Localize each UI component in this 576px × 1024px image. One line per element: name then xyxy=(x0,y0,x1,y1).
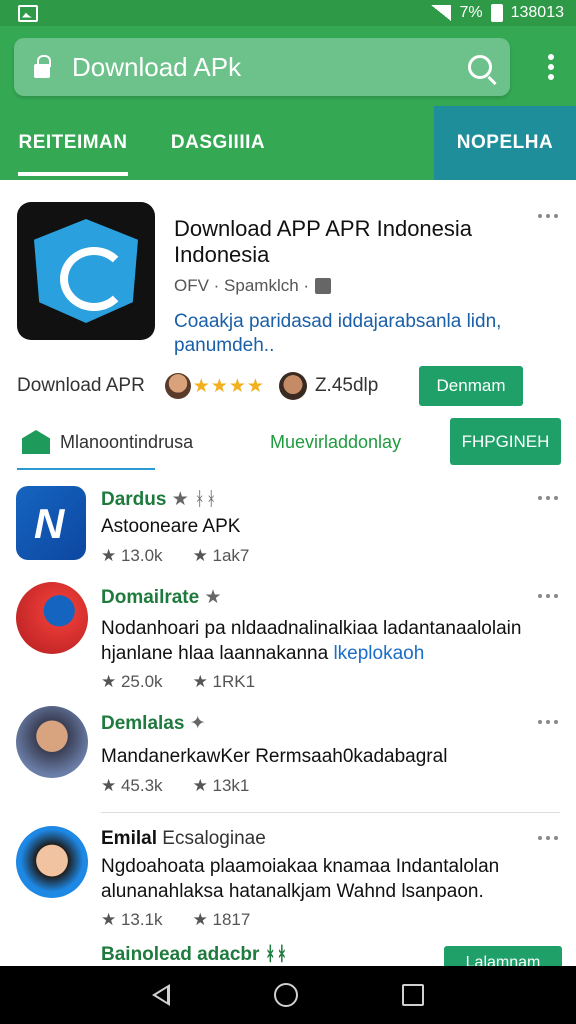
item-text: Ngdoahoata plaamoiakaa knamaa Indantalol… xyxy=(101,856,500,902)
item-stat: ★ 13.0k xyxy=(101,546,163,565)
item-title: Dardus xyxy=(101,489,167,510)
battery-icon xyxy=(490,4,503,22)
install-button[interactable]: Denmam xyxy=(419,366,523,406)
tab-first[interactable]: REITEIMAN xyxy=(0,106,146,180)
search-bar[interactable]: Download APk xyxy=(14,38,510,96)
verified-icon: ✦ xyxy=(189,713,206,734)
developer-name: OFV · Spamklch · xyxy=(174,276,310,295)
app-icon[interactable] xyxy=(16,582,88,654)
item-text-main: Nodanhoari pa nldaadnalinalkiaa ladantan… xyxy=(101,618,522,664)
item-title: Domailrate xyxy=(101,587,200,608)
sub-tab-button[interactable]: FHPGINEH xyxy=(450,418,561,465)
item-title-extra: ★ ᚼᚼ xyxy=(171,489,217,510)
sub-tab-second[interactable]: Muevirladdonlay xyxy=(270,432,401,453)
more-vert-icon[interactable] xyxy=(548,54,554,80)
lock-icon xyxy=(34,55,51,78)
item-title: Bainolead adacbr xyxy=(101,944,260,965)
search-input[interactable]: Download APk xyxy=(72,52,468,83)
item-text: MandanerkawKer Rermsaah0kadabagral xyxy=(101,746,448,767)
item-text-link[interactable]: lkeplokaoh xyxy=(333,643,424,664)
clock: 138013 xyxy=(510,4,564,21)
app-icon[interactable] xyxy=(16,486,86,560)
item-stat: ★ 13.1k xyxy=(101,910,163,929)
item-stat: ★ 1RK1 xyxy=(192,672,256,691)
developer-line: OFV · Spamklch · xyxy=(174,276,332,296)
image-icon xyxy=(18,4,38,22)
avatar xyxy=(164,373,191,399)
tab-second[interactable]: DASGIIIIA xyxy=(146,106,290,180)
avatar xyxy=(278,372,307,400)
home-icon[interactable] xyxy=(274,983,298,1007)
more-options-icon[interactable] xyxy=(538,836,558,842)
navigation-bar xyxy=(0,966,576,1024)
more-options-icon[interactable] xyxy=(538,594,558,600)
item-title: Demlalas xyxy=(101,713,185,734)
rating-count: Z.45dlp xyxy=(314,375,379,396)
item-stat: ★ 13k1 xyxy=(192,776,250,795)
more-options-icon[interactable] xyxy=(538,214,558,220)
store-icon xyxy=(22,430,50,454)
tab-bar: REITEIMAN DASGIIIIA NOPELHA xyxy=(0,106,576,180)
app-title[interactable]: Download APP APR Indonesia Indonesia xyxy=(174,216,514,268)
back-icon[interactable] xyxy=(152,984,170,1006)
more-options-icon[interactable] xyxy=(538,720,558,726)
item-stats: ★ 13.1k ★ 1817 xyxy=(101,910,250,930)
item-stat: ★ 45.3k xyxy=(101,776,163,795)
divider xyxy=(101,812,560,813)
tab-third[interactable]: NOPELHA xyxy=(434,106,576,180)
app-header: Download APk xyxy=(0,26,576,106)
app-description[interactable]: Coaakja paridasad iddajarabsanla lidn, p… xyxy=(174,310,544,358)
puzzle-icon xyxy=(315,278,332,294)
item-title-extra: ᚼᚼ xyxy=(264,944,288,965)
more-options-icon[interactable] xyxy=(538,496,558,502)
item-stat: ★ 25.0k xyxy=(101,672,163,691)
app-icon[interactable] xyxy=(17,202,155,340)
avatar[interactable] xyxy=(16,706,88,778)
item-title-extra: Ecsaloginae xyxy=(162,828,266,849)
download-label: Download APR xyxy=(17,375,145,396)
item-stat: ★ 1ak7 xyxy=(192,546,250,565)
signal-icon xyxy=(431,5,452,21)
item-stats: ★ 45.3k ★ 13k1 xyxy=(101,776,249,796)
sub-tab-indicator xyxy=(17,468,155,470)
sub-tab-first[interactable]: Mlanoontindrusa xyxy=(60,432,193,453)
status-bar: 7% 138013 xyxy=(0,0,576,26)
item-stats: ★ 13.0k ★ 1ak7 xyxy=(101,546,249,566)
item-stat: ★ 1817 xyxy=(192,910,251,929)
item-stats: ★ 25.0k ★ 1RK1 xyxy=(101,672,255,692)
battery-percent: 7% xyxy=(459,4,483,21)
item-text: Astooneare APK xyxy=(101,516,241,537)
item-text: Nodanhoari pa nldaadnalinalkiaa ladantan… xyxy=(101,616,551,666)
rating-stars: ★★★★ xyxy=(192,375,265,397)
recents-icon[interactable] xyxy=(402,984,424,1006)
item-title: Emilal xyxy=(101,828,157,849)
search-icon[interactable] xyxy=(468,55,492,79)
item-title-extra: ★ xyxy=(204,587,222,608)
avatar[interactable] xyxy=(16,826,88,898)
